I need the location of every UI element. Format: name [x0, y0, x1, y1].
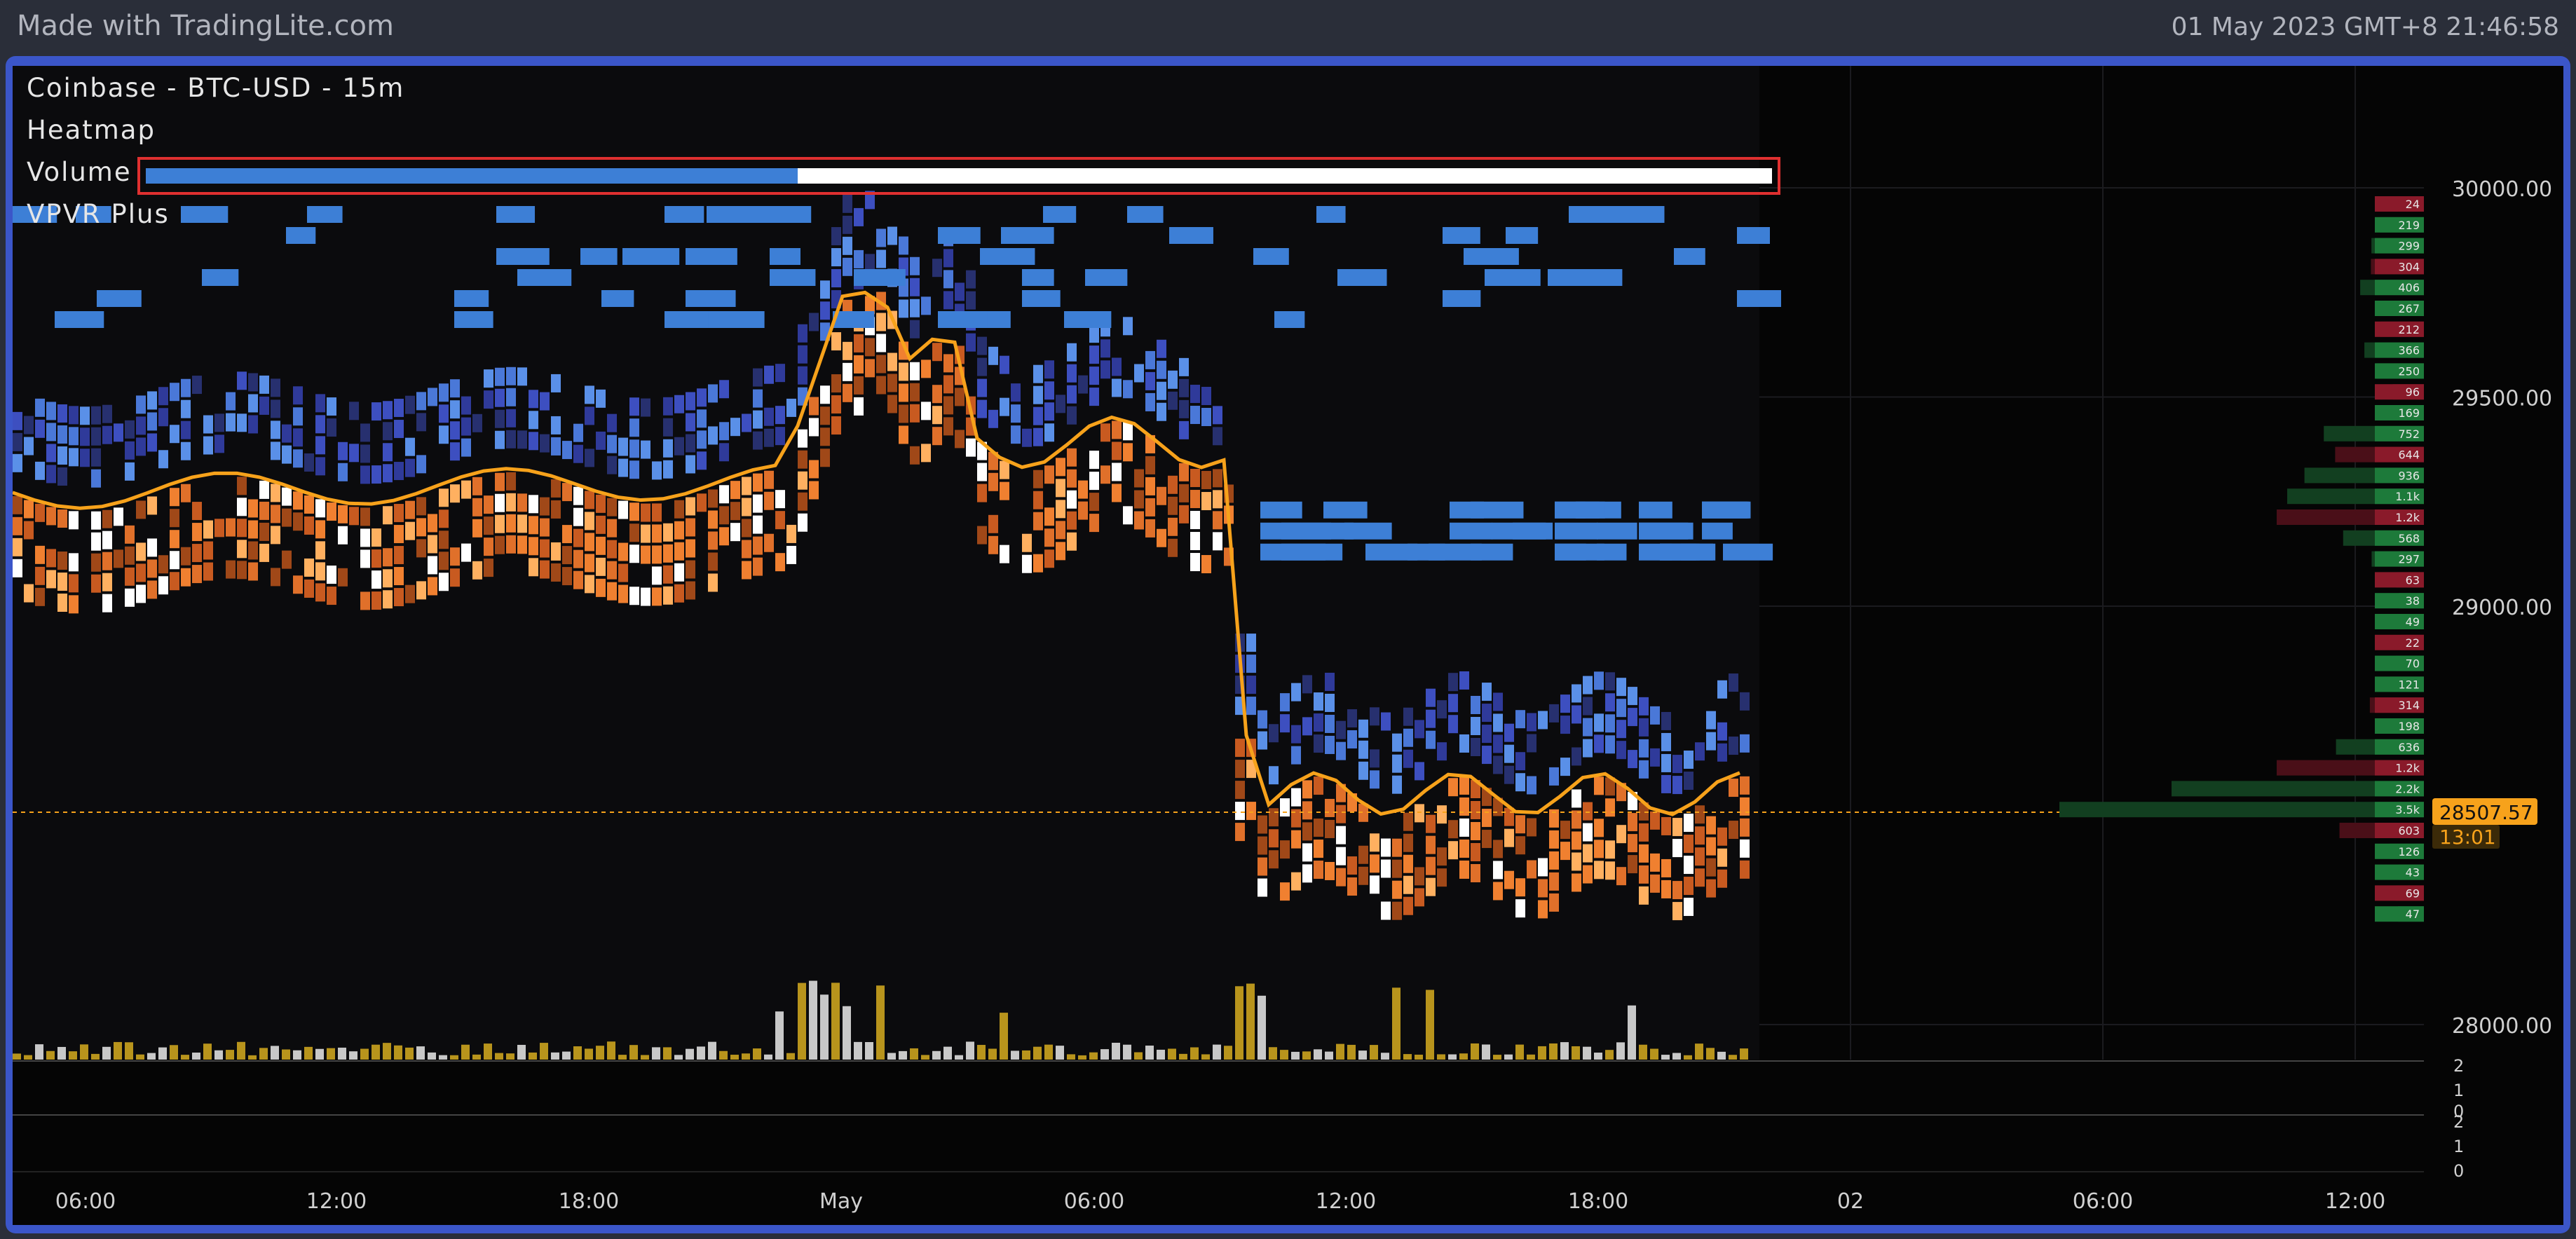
time-tick-label: 12:00	[2325, 1189, 2385, 1214]
vpvr-label: 568	[2398, 532, 2420, 545]
volume-pane-tick: 2	[2453, 1112, 2464, 1132]
legend-volume[interactable]: Volume	[27, 157, 132, 187]
vpvr-label: 198	[2398, 720, 2420, 733]
vpvr-label: 1.2k	[2395, 762, 2420, 775]
price-tick-label: 29500.00	[2452, 387, 2552, 411]
time-tick-label: 18:00	[1568, 1189, 1628, 1214]
vpvr-label: 49	[2406, 615, 2420, 629]
chart-canvas[interactable]: 2421929930440626721236625096169752644936…	[13, 66, 2563, 1225]
volume-pane-tick: 1	[2453, 1081, 2464, 1100]
vpvr-label: 96	[2406, 385, 2420, 399]
vpvr-label: 299	[2398, 240, 2420, 253]
vpvr-label: 24	[2406, 198, 2420, 211]
vpvr-label: 297	[2398, 553, 2420, 566]
vpvr-label: 22	[2406, 636, 2420, 650]
vpvr-label: 1.1k	[2395, 490, 2420, 503]
vpvr-label: 636	[2398, 741, 2420, 754]
vpvr-label: 169	[2398, 406, 2420, 420]
time-tick-label: 18:00	[559, 1189, 619, 1214]
time-tick-label: 06:00	[55, 1189, 116, 1214]
current-price-label: 28507.57	[2439, 801, 2533, 824]
vpvr-label: 644	[2398, 449, 2420, 462]
watermark: Made with TradingLite.com	[17, 10, 394, 42]
heatmap-layer	[13, 66, 1781, 1060]
candle-countdown: 13:01	[2439, 826, 2496, 849]
vpvr-label: 366	[2398, 344, 2420, 357]
vpvr-label: 219	[2398, 219, 2420, 232]
time-tick-label: 06:00	[1064, 1189, 1124, 1214]
time-tick-label: 12:00	[1316, 1189, 1376, 1214]
legend-vpvr[interactable]: VPVR Plus	[27, 199, 170, 229]
time-tick-label: 02	[1837, 1189, 1864, 1214]
volume-pane-tick: 1	[2453, 1137, 2464, 1156]
vpvr-label: 43	[2406, 866, 2420, 879]
vpvr-label: 69	[2406, 887, 2420, 900]
vpvr-label: 314	[2398, 699, 2420, 712]
vpvr-label: 212	[2398, 323, 2420, 336]
vpvr-label: 752	[2398, 427, 2420, 441]
vpvr-label: 936	[2398, 469, 2420, 482]
chart-area[interactable]: 24 219 299 304 406 267 212 366 250 96 169 752 644 936…	[13, 66, 2563, 1225]
vpvr-label: 3.5k	[2395, 803, 2420, 816]
vpvr-label: 47	[2406, 908, 2420, 921]
price-tick-label: 29000.00	[2452, 596, 2552, 620]
price-tick-label: 30000.00	[2452, 177, 2552, 202]
vpvr-label: 1.2k	[2395, 511, 2420, 524]
vpvr-label: 121	[2398, 678, 2420, 691]
datetime-label: 01 May 2023 GMT+8 21:46:58	[2171, 13, 2559, 41]
vpvr-label: 406	[2398, 281, 2420, 294]
vpvr-label: 63	[2406, 573, 2420, 587]
vpvr-label: 38	[2406, 594, 2420, 608]
legend-instrument[interactable]: Coinbase - BTC-USD - 15m	[27, 73, 404, 103]
volume-pane-tick: 2	[2453, 1056, 2464, 1076]
time-tick-label: 06:00	[2073, 1189, 2133, 1214]
vpvr-label: 603	[2398, 824, 2420, 837]
vpvr-profile: 24 219 299 304 406 267 212 366 250 96 169 752 644 936…	[2059, 196, 2424, 922]
vpvr-label: 304	[2398, 260, 2420, 273]
vpvr-label: 267	[2398, 302, 2420, 315]
time-tick-label: 12:00	[306, 1189, 367, 1214]
legend-heatmap[interactable]: Heatmap	[27, 115, 156, 145]
vpvr-label: 70	[2406, 657, 2420, 671]
time-tick-label: May	[819, 1189, 863, 1214]
top-bar: Made with TradingLite.com 01 May 2023 GM…	[0, 0, 2576, 55]
volume-pane-tick: 0	[2453, 1161, 2464, 1181]
price-tick-label: 28000.00	[2452, 1014, 2552, 1039]
vpvr-bar	[2059, 802, 2424, 818]
vpvr-label: 2.2k	[2395, 782, 2420, 795]
vpvr-label: 126	[2398, 845, 2420, 858]
vpvr-label: 250	[2398, 364, 2420, 378]
